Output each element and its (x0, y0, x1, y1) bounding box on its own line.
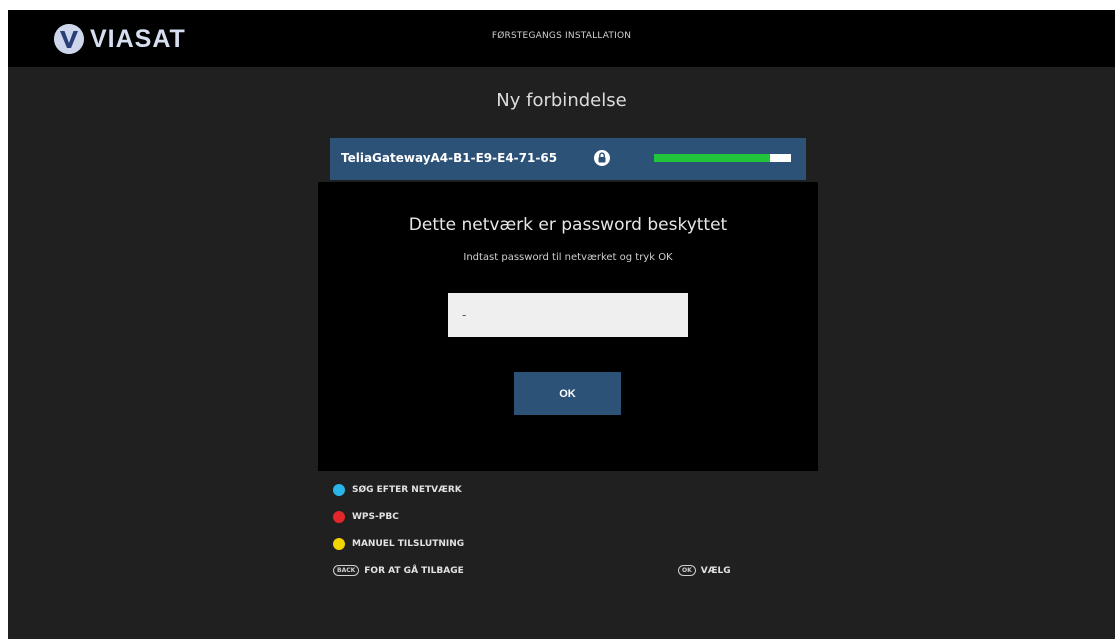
top-bar: VIASAT FØRSTEGANGS INSTALLATION (8, 10, 1115, 67)
hint-select-label: VÆLG (700, 565, 731, 576)
password-input[interactable] (448, 293, 688, 337)
lock-icon (593, 149, 611, 167)
page-title: Ny forbindelse (496, 90, 627, 111)
dialog-subtitle: Indtast password til netværket og tryk O… (463, 252, 673, 263)
network-item-selected[interactable]: TeliaGatewayA4-B1-E9-E4-71-65 (330, 138, 806, 180)
hint-select[interactable]: OK VÆLG (678, 565, 731, 576)
option-search-networks[interactable]: SØG EFTER NETVÆRK (333, 484, 462, 496)
option-label: SØG EFTER NETVÆRK (352, 485, 462, 495)
signal-strength-bar (654, 154, 791, 162)
red-button-icon (333, 511, 345, 523)
tv-screen: VIASAT FØRSTEGANGS INSTALLATION Ny forbi… (8, 10, 1115, 639)
dialog-title: Dette netværk er password beskyttet (408, 215, 728, 235)
yellow-button-icon (333, 538, 345, 550)
password-dialog: Dette netværk er password beskyttet Indt… (318, 182, 818, 471)
back-key-icon: BACK (333, 565, 360, 576)
network-name: TeliaGatewayA4-B1-E9-E4-71-65 (341, 151, 558, 165)
hint-back[interactable]: BACK FOR AT GÅ TILBAGE (333, 565, 464, 576)
signal-strength-fill (654, 154, 771, 162)
header-title: FØRSTEGANGS INSTALLATION (491, 31, 632, 41)
ok-key-icon: OK (678, 565, 696, 576)
hint-back-label: FOR AT GÅ TILBAGE (364, 565, 464, 576)
option-wps-pbc[interactable]: WPS-PBC (333, 511, 399, 523)
option-label: MANUEL TILSLUTNING (352, 539, 465, 549)
option-label: WPS-PBC (352, 512, 399, 522)
blue-button-icon (333, 484, 345, 496)
option-manual-connect[interactable]: MANUEL TILSLUTNING (333, 538, 464, 550)
ok-button[interactable]: OK (514, 372, 621, 415)
